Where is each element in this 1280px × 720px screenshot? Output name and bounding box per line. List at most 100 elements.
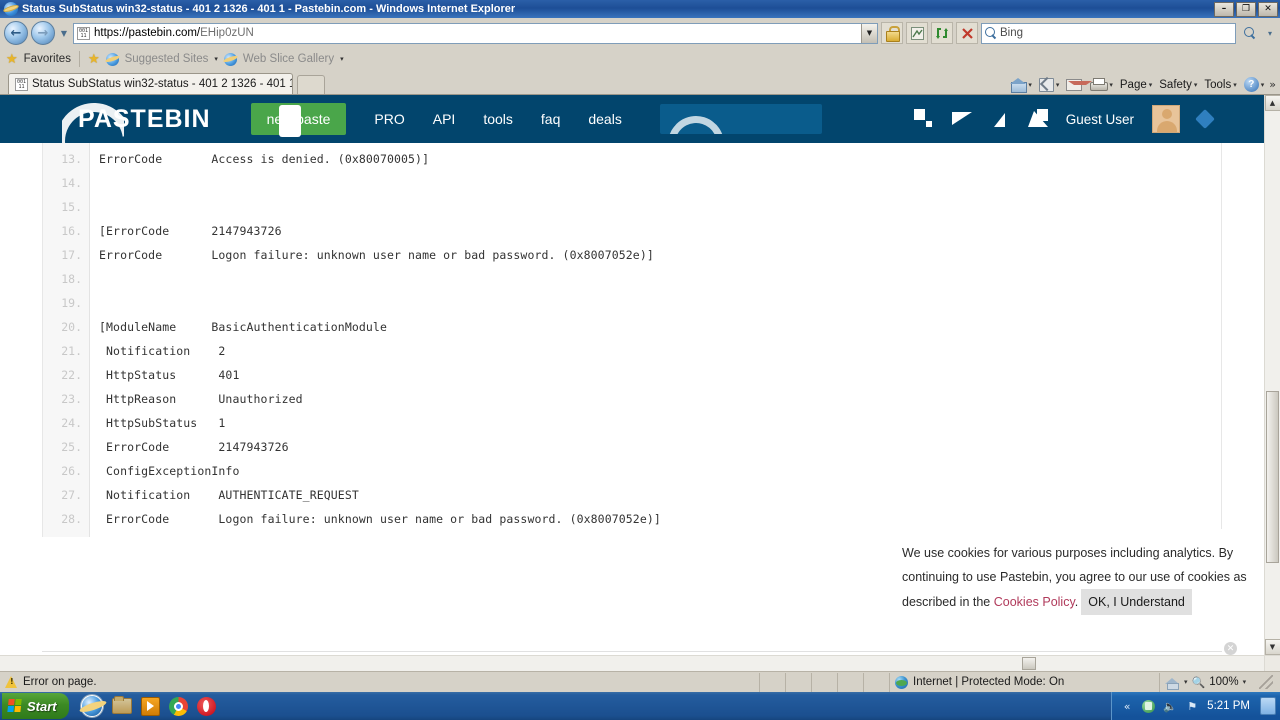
clock[interactable]: 5:21 PM — [1207, 700, 1250, 712]
favorites-label[interactable]: Favorites — [24, 53, 71, 65]
forward-button[interactable]: → — [31, 21, 55, 45]
line-text[interactable]: HttpSubStatus 1 — [90, 416, 225, 430]
notifications-icon[interactable] — [990, 109, 1010, 129]
suggested-sites-icon — [105, 52, 119, 66]
nav-link-tools[interactable]: tools — [483, 111, 513, 127]
user-label[interactable]: Guest User — [1066, 112, 1134, 127]
print-button[interactable]: ▾ — [1087, 77, 1115, 92]
line-text[interactable]: ErrorCode Logon failure: unknown user na… — [90, 248, 654, 262]
diamond-icon[interactable] — [1195, 109, 1215, 129]
site-search-input[interactable] — [659, 104, 822, 134]
close-icon[interactable]: ✕ — [1224, 642, 1237, 655]
compatibility-view-icon[interactable] — [906, 22, 928, 44]
search-go-button[interactable] — [1239, 22, 1261, 44]
address-input[interactable]: 001 11 https://pastebin.com/EHip0zUN ▼ — [73, 22, 878, 44]
nav-link-deals[interactable]: deals — [588, 111, 621, 127]
command-bar-overflow-icon[interactable]: » — [1269, 78, 1276, 91]
cookie-accept-button[interactable]: OK, I Understand — [1081, 589, 1192, 615]
line-text[interactable]: ConfigExceptionInfo — [90, 464, 239, 478]
scroll-up-button[interactable]: ▲ — [1264, 95, 1280, 111]
volume-icon[interactable]: 🔈 — [1163, 699, 1177, 713]
pastebin-logo[interactable]: PASTEBIN — [78, 105, 211, 134]
suggested-sites-caret[interactable]: ▾ — [214, 55, 218, 63]
browser-tab[interactable]: 001 11 Status SubStatus win32-status - 40… — [8, 73, 293, 94]
line-number: 15. — [61, 200, 82, 214]
chrome-icon[interactable] — [168, 696, 188, 716]
help-icon: ? — [1243, 77, 1259, 92]
safety-menu[interactable]: Safety ▾ — [1157, 79, 1199, 91]
tools-menu[interactable]: Tools ▾ — [1202, 79, 1238, 91]
show-hidden-icons-button[interactable]: « — [1120, 699, 1134, 713]
line-text[interactable]: Notification 2 — [90, 344, 225, 358]
line-text[interactable]: [ModuleName BasicAuthenticationModule — [90, 320, 387, 334]
opera-icon[interactable] — [196, 696, 216, 716]
search-input[interactable]: Bing — [981, 22, 1236, 44]
messages-icon[interactable] — [951, 109, 972, 129]
tab-label: Status SubStatus win32-status - 401 2 13… — [32, 78, 293, 90]
minimize-button[interactable]: – — [1214, 1, 1234, 17]
media-player-icon[interactable] — [140, 696, 160, 716]
add-to-favorites-icon[interactable]: ★ — [88, 52, 100, 67]
status-cell — [786, 672, 812, 692]
zoom-caret[interactable]: ▾ — [1243, 678, 1247, 686]
feeds-button[interactable]: ▾ — [1037, 77, 1062, 92]
page-vertical-scrollbar[interactable]: ▲ ▼ — [1264, 95, 1280, 655]
scroll-down-button[interactable]: ▼ — [1264, 639, 1280, 655]
pastes-icon[interactable] — [913, 109, 934, 129]
refresh-icon[interactable] — [931, 22, 953, 44]
folder-icon[interactable] — [111, 696, 132, 714]
line-text[interactable]: Notification AUTHENTICATE_REQUEST — [90, 488, 359, 502]
account-icon[interactable] — [1027, 109, 1048, 129]
history-dropdown-icon[interactable]: ▼ — [58, 29, 70, 38]
new-paste-loading-overlay — [278, 105, 301, 137]
privacy-caret[interactable]: ▾ — [1184, 678, 1188, 686]
new-tab-button[interactable] — [297, 75, 325, 94]
nav-link-faq[interactable]: faq — [541, 111, 560, 127]
lock-icon[interactable] — [881, 22, 903, 44]
zoom-control[interactable]: ▾ 🔍 100% ▾ — [1160, 673, 1280, 692]
internet-explorer-icon[interactable] — [80, 695, 103, 717]
line-text[interactable]: ErrorCode Logon failure: unknown user na… — [90, 512, 661, 526]
favorites-divider — [78, 51, 80, 67]
web-slice-gallery-caret[interactable]: ▾ — [340, 55, 344, 63]
read-mail-button[interactable] — [1064, 78, 1093, 91]
back-button[interactable]: ← — [4, 21, 28, 45]
code-line: 24. HttpSubStatus 1 — [43, 411, 1221, 435]
favorites-star-icon[interactable]: ★ — [6, 52, 18, 67]
address-dropdown-icon[interactable]: ▼ — [861, 23, 877, 43]
line-text[interactable]: HttpStatus 401 — [90, 368, 239, 382]
line-text[interactable]: [ErrorCode 2147943726 — [90, 224, 282, 238]
line-text[interactable]: HttpReason Unauthorized — [90, 392, 303, 406]
home-button[interactable]: ▾ — [1008, 77, 1034, 93]
privacy-report-icon[interactable] — [1165, 676, 1180, 690]
resize-grip[interactable] — [1259, 675, 1273, 689]
web-slice-gallery-label[interactable]: Web Slice Gallery — [243, 53, 334, 65]
network-flag-icon[interactable]: ⚑ — [1185, 699, 1199, 713]
stop-icon[interactable] — [956, 22, 978, 44]
line-text[interactable]: ErrorCode 2147943726 — [90, 440, 289, 454]
close-button[interactable]: ✕ — [1258, 1, 1278, 17]
nav-link-pro[interactable]: PRO — [374, 111, 404, 127]
line-number: 13. — [61, 152, 82, 166]
cookie-text-tail: . — [1074, 595, 1079, 609]
show-desktop-button[interactable] — [1260, 697, 1276, 715]
new-paste-button[interactable]: new paste — [250, 103, 347, 137]
start-button[interactable]: Start — [2, 693, 69, 719]
page-horizontal-scrollbar[interactable] — [0, 655, 1264, 671]
help-menu[interactable]: ? ▾ — [1242, 77, 1267, 92]
nav-link-api[interactable]: API — [433, 111, 456, 127]
avatar[interactable] — [1152, 105, 1180, 133]
security-zone-status[interactable]: Internet | Protected Mode: On — [890, 672, 1160, 692]
page-menu[interactable]: Page ▾ — [1118, 79, 1154, 91]
page-error-status[interactable]: Error on page. — [0, 672, 760, 692]
internet-explorer-window: Status SubStatus win32-status - 401 2 13… — [0, 0, 1280, 720]
search-provider-caret[interactable]: ▾ — [1264, 29, 1276, 38]
horizontal-scroll-thumb[interactable] — [1022, 657, 1036, 670]
maximize-button[interactable]: ❐ — [1236, 1, 1256, 17]
security-shield-icon[interactable] — [1142, 699, 1156, 713]
cookies-policy-link[interactable]: Cookies Policy — [994, 595, 1075, 609]
suggested-sites-label[interactable]: Suggested Sites — [125, 53, 209, 65]
line-text[interactable]: ErrorCode Access is denied. (0x80070005)… — [90, 152, 429, 166]
line-number: 25. — [61, 440, 82, 454]
vertical-scroll-thumb[interactable] — [1266, 391, 1279, 563]
